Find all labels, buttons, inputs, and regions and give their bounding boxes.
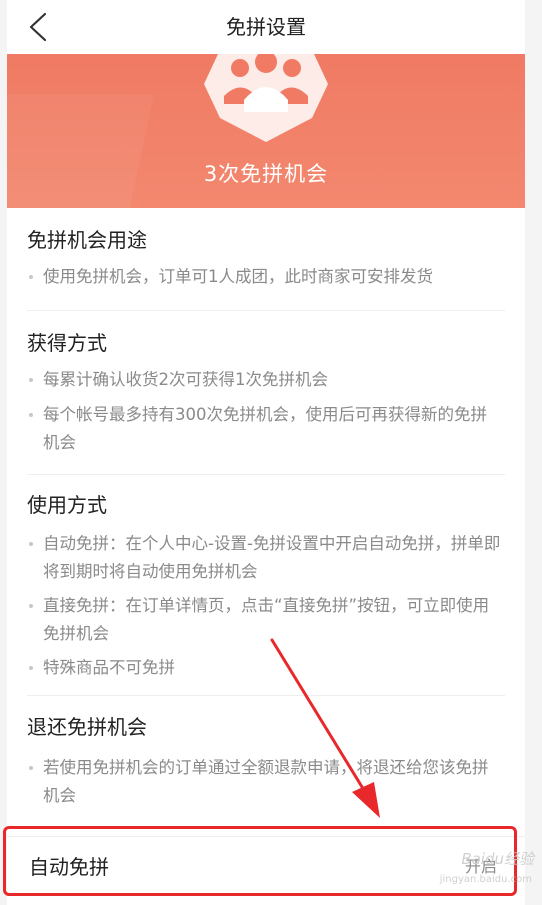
group-people-icon <box>204 54 328 142</box>
section-usage: 免拼机会用途 使用免拼机会，订单可1人成团，此时商家可安排发货 <box>27 225 502 291</box>
settings-page: 免拼设置 3次免拼机会 免拼机会用途 使用免拼机会，订单可1人成团，此时商家可安… <box>7 0 525 905</box>
navigation-bar: 免拼设置 <box>7 0 525 54</box>
section-title: 使用方式 <box>27 493 107 517</box>
divider <box>27 695 505 696</box>
list-item: 每个帐号最多持有300次免拼机会，使用后可再获得新的免拼机会 <box>27 401 502 457</box>
list-item: 使用免拼机会，订单可1人成团，此时商家可安排发货 <box>27 263 502 291</box>
section-refund: 退还免拼机会 若使用免拼机会的订单通过全额退款申请，将退还给您该免拼机会 <box>27 712 502 810</box>
watermark-url: jingyan.baidu.com <box>439 874 532 885</box>
divider <box>27 474 505 475</box>
free-group-banner: 3次免拼机会 <box>7 54 525 208</box>
list-item: 自动免拼：在个人中心-设置-免拼设置中开启自动免拼，拼单即将到期时将自动使用免拼… <box>27 530 502 586</box>
list-item: 直接免拼：在订单详情页，点击“直接免拼”按钮，可立即使用免拼机会 <box>27 592 502 648</box>
section-title: 获得方式 <box>27 331 107 355</box>
auto-free-group-row[interactable]: 自动免拼 开启 <box>7 836 525 899</box>
free-group-count: 3次免拼机会 <box>203 162 329 186</box>
section-title: 退还免拼机会 <box>27 715 147 739</box>
divider <box>27 310 505 311</box>
page-title: 免拼设置 <box>226 15 306 39</box>
list-item: 特殊商品不可免拼 <box>27 654 502 682</box>
list-item: 若使用免拼机会的订单通过全额退款申请，将退还给您该免拼机会 <box>27 754 502 810</box>
section-obtain: 获得方式 每累计确认收货2次可获得1次免拼机会 每个帐号最多持有300次免拼机会… <box>27 328 502 457</box>
auto-free-group-label: 自动免拼 <box>29 855 109 879</box>
banner-decoration <box>7 94 155 208</box>
watermark-logo: Baidu经验 <box>461 850 534 868</box>
list-item: 每累计确认收货2次可获得1次免拼机会 <box>27 366 502 394</box>
section-title: 免拼机会用途 <box>27 228 147 252</box>
section-use: 使用方式 自动免拼：在个人中心-设置-免拼设置中开启自动免拼，拼单即将到期时将自… <box>27 490 502 682</box>
